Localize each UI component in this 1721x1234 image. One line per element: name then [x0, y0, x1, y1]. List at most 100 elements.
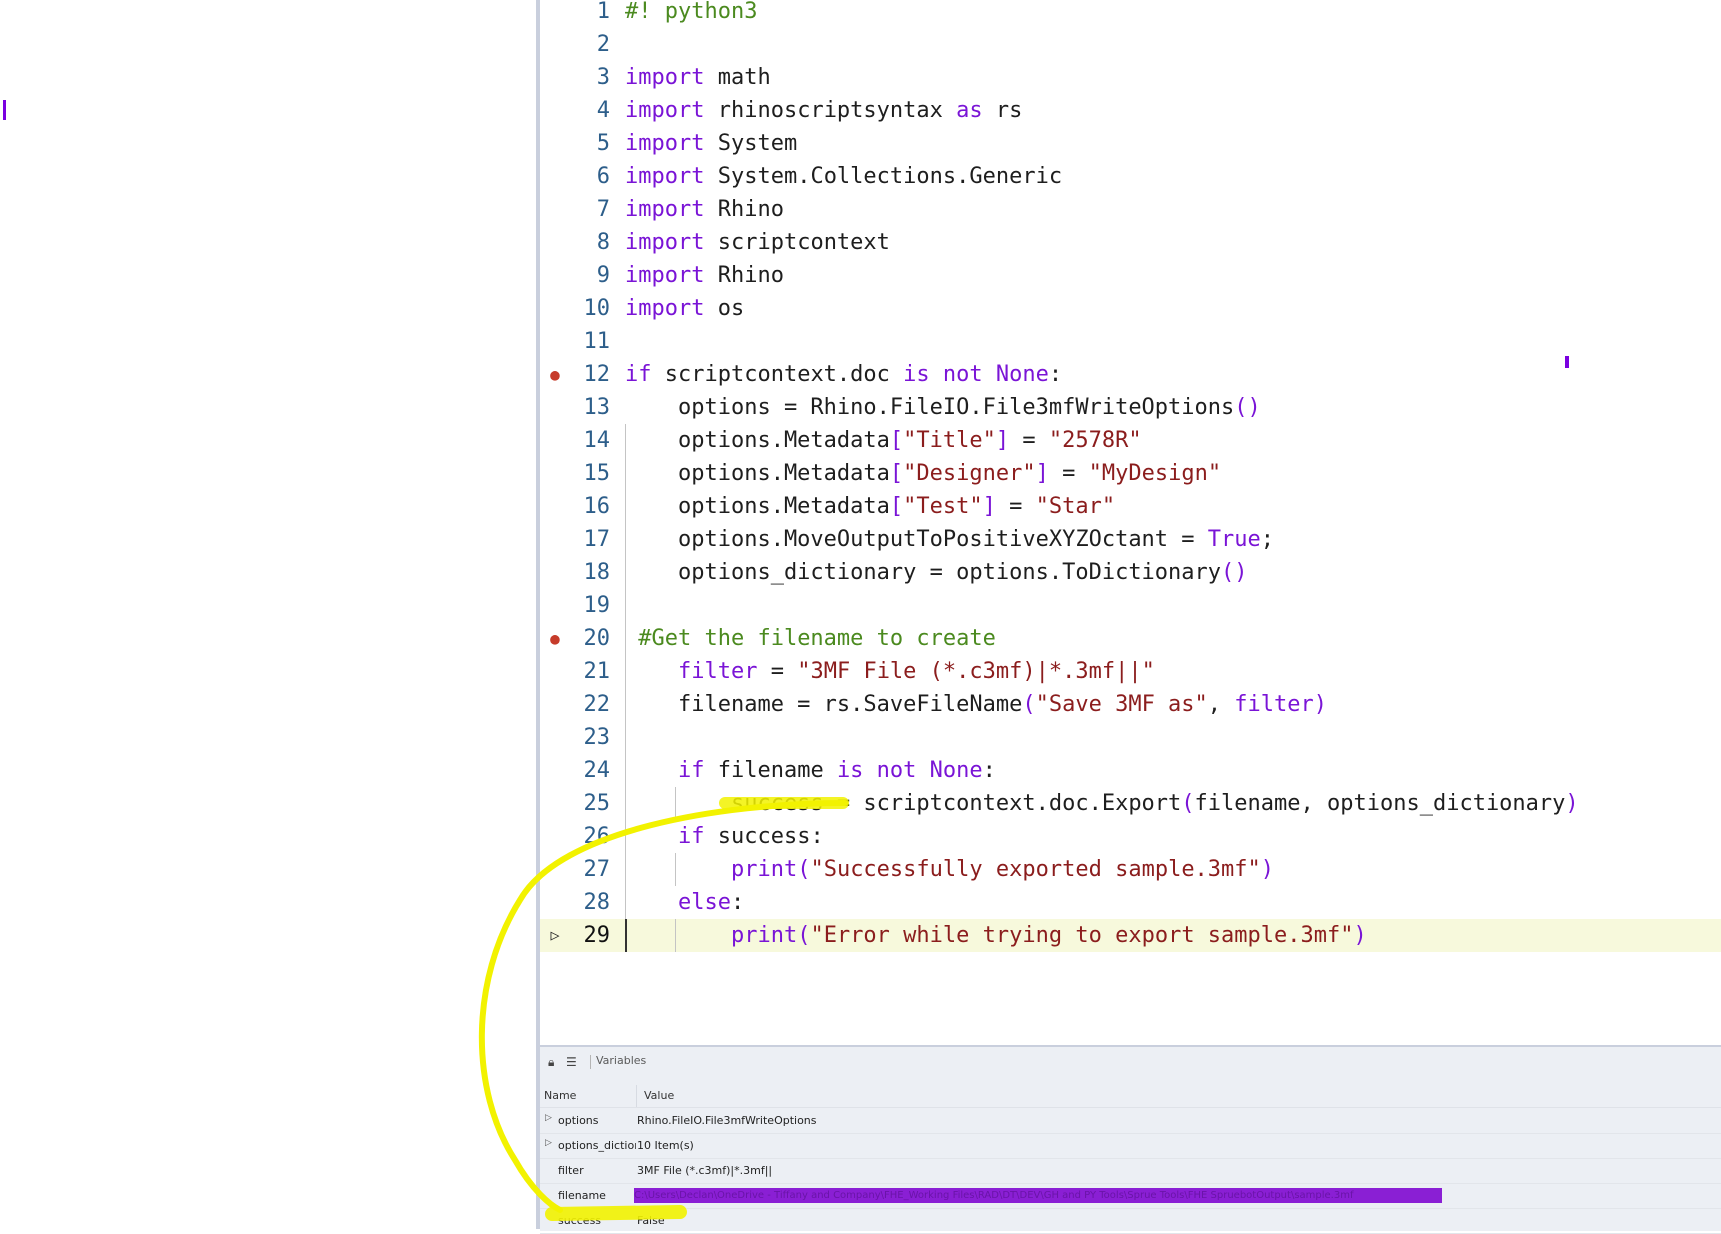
code-token: scriptcontext.doc [651, 362, 904, 387]
code-line[interactable]: 16 options.Metadata["Test"] = "Star" [540, 490, 1721, 523]
breakpoint-gutter[interactable] [540, 754, 570, 787]
code-line[interactable]: ● 12 if scriptcontext.doc is not None: [540, 358, 1721, 391]
code-text: options.Metadata["Test"] = "Star" [625, 490, 1115, 523]
breakpoint-gutter[interactable] [540, 292, 570, 325]
text-cursor [625, 919, 627, 952]
code-line[interactable]: 14 options.Metadata["Title"] = "2578R" [540, 424, 1721, 457]
breakpoint-gutter[interactable] [540, 94, 570, 127]
breakpoint-gutter[interactable] [540, 490, 570, 523]
code-token: "Save 3MF as" [1035, 692, 1208, 717]
breakpoint-gutter[interactable] [540, 523, 570, 556]
code-line[interactable]: 18 options_dictionary = options.ToDictio… [540, 556, 1721, 589]
code-line[interactable]: 27 print("Successfully exported sample.3… [540, 853, 1721, 886]
redacted-value: C:\Users\Declan\OneDrive - Tiffany and C… [634, 1188, 1442, 1203]
breakpoint-gutter[interactable] [540, 127, 570, 160]
code-token: : [982, 758, 996, 783]
breakpoint-gutter[interactable] [540, 886, 570, 919]
code-line[interactable]: 25 success = scriptcontext.doc.Export(fi… [540, 787, 1721, 820]
line-number: 15 [583, 461, 611, 486]
variable-row[interactable]: ▷ options Rhino.FileIO.File3mfWriteOptions [540, 1108, 1721, 1134]
breakpoint-gutter[interactable] [540, 787, 570, 820]
code-token: ] [995, 428, 1010, 453]
code-line[interactable]: 6 import System.Collections.Generic [540, 160, 1721, 193]
breakpoint-icon[interactable]: ● [540, 622, 570, 655]
code-line[interactable]: 17 options.MoveOutputToPositiveXYZOctant… [540, 523, 1721, 556]
code-line[interactable]: 5 import System [540, 127, 1721, 160]
code-text: options = Rhino.FileIO.File3mfWriteOptio… [625, 391, 1261, 424]
code-token: ] [982, 494, 996, 519]
code-token: "2578R" [1048, 428, 1142, 453]
code-token: math [704, 65, 771, 90]
breakpoint-gutter[interactable] [540, 193, 570, 226]
code-editor[interactable]: 1 #! python3 2 3 import math 4 import rhinoscr… [540, 0, 1721, 1045]
code-token: "Error while trying to export sample.3mf… [810, 923, 1354, 948]
breakpoint-gutter[interactable] [540, 655, 570, 688]
code-text: options.Metadata["Title"] = "2578R" [625, 424, 1142, 457]
column-header-value[interactable]: Value [644, 1089, 674, 1102]
code-line[interactable]: 9 import Rhino [540, 259, 1721, 292]
column-divider[interactable] [636, 1085, 637, 1107]
indent-guide [675, 853, 676, 886]
code-line[interactable]: 22 filename = rs.SaveFileName("Save 3MF … [540, 688, 1721, 721]
left-panel [0, 0, 536, 1229]
code-line[interactable]: 26 if success: [540, 820, 1721, 853]
code-line[interactable]: 3 import math [540, 61, 1721, 94]
code-text: import Rhino [625, 259, 784, 292]
code-line[interactable]: ▷ 29 print("Error while trying to export … [540, 919, 1721, 952]
line-number: 19 [583, 593, 611, 618]
variable-row[interactable]: success False [540, 1208, 1721, 1234]
breakpoint-gutter[interactable] [540, 61, 570, 94]
code-line[interactable]: 21 filter = "3MF File (*.c3mf)|*.3mf||" [540, 655, 1721, 688]
breakpoint-gutter[interactable] [540, 853, 570, 886]
column-header-name[interactable]: Name [544, 1089, 576, 1102]
variable-row[interactable]: filter 3MF File (*.c3mf)|*.3mf|| [540, 1158, 1721, 1184]
breakpoint-icon[interactable]: ● [540, 358, 570, 391]
breakpoint-gutter[interactable] [540, 721, 570, 754]
breakpoint-gutter[interactable] [540, 589, 570, 622]
code-line[interactable]: 8 import scriptcontext [540, 226, 1721, 259]
line-number: 14 [583, 428, 611, 453]
variables-header: Name Value [540, 1085, 1721, 1108]
code-line[interactable]: 23 [540, 721, 1721, 754]
breakpoint-gutter[interactable] [540, 556, 570, 589]
code-line[interactable]: ● 20 #Get the filename to create [540, 622, 1721, 655]
code-line[interactable]: 10 import os [540, 292, 1721, 325]
breakpoint-gutter[interactable] [540, 424, 570, 457]
breakpoint-gutter[interactable] [540, 259, 570, 292]
breakpoint-gutter[interactable] [540, 325, 570, 358]
code-line[interactable]: 13 options = Rhino.FileIO.File3mfWriteOp… [540, 391, 1721, 424]
breakpoint-gutter[interactable] [540, 0, 570, 28]
list-icon[interactable]: ☰ [566, 1055, 577, 1069]
breakpoint-gutter[interactable] [540, 391, 570, 424]
code-line[interactable]: 19 [540, 589, 1721, 622]
code-line[interactable]: 28 else: [540, 886, 1721, 919]
variable-row[interactable]: ▷ options_dictionary10 Item(s) [540, 1133, 1721, 1159]
code-line[interactable]: 1 #! python3 [540, 0, 1721, 28]
code-line[interactable]: 4 import rhinoscriptsyntax as rs [540, 94, 1721, 127]
breakpoint-gutter[interactable] [540, 688, 570, 721]
breakpoint-gutter[interactable] [540, 457, 570, 490]
lock-icon[interactable]: 🔒︎ [548, 1055, 554, 1069]
code-line[interactable]: 11 [540, 325, 1721, 358]
variable-row[interactable]: filename C:\Users\Declan\OneDrive - Tiffa… [540, 1183, 1721, 1209]
expand-icon[interactable]: ▷ [545, 1138, 552, 1148]
variable-name: options [558, 1114, 599, 1127]
breakpoint-gutter[interactable] [540, 28, 570, 61]
line-number: 25 [583, 791, 611, 816]
breakpoint-gutter[interactable] [540, 820, 570, 853]
code-line[interactable]: 2 [540, 28, 1721, 61]
code-token: "3MF File (*.c3mf)|*.3mf||" [797, 659, 1155, 684]
code-token: [ [889, 428, 904, 453]
line-number: 17 [583, 527, 611, 552]
code-token: [ [889, 494, 904, 519]
code-token: "Successfully exported sample.3mf" [810, 857, 1261, 882]
code-token: ; [1260, 527, 1275, 552]
code-line[interactable]: 7 import Rhino [540, 193, 1721, 226]
breakpoint-gutter[interactable] [540, 160, 570, 193]
code-line[interactable]: 15 options.Metadata["Designer"] = "MyDes… [540, 457, 1721, 490]
breakpoint-gutter[interactable] [540, 226, 570, 259]
expand-icon[interactable]: ▷ [545, 1113, 552, 1123]
code-line[interactable]: 24 if filename is not None: [540, 754, 1721, 787]
